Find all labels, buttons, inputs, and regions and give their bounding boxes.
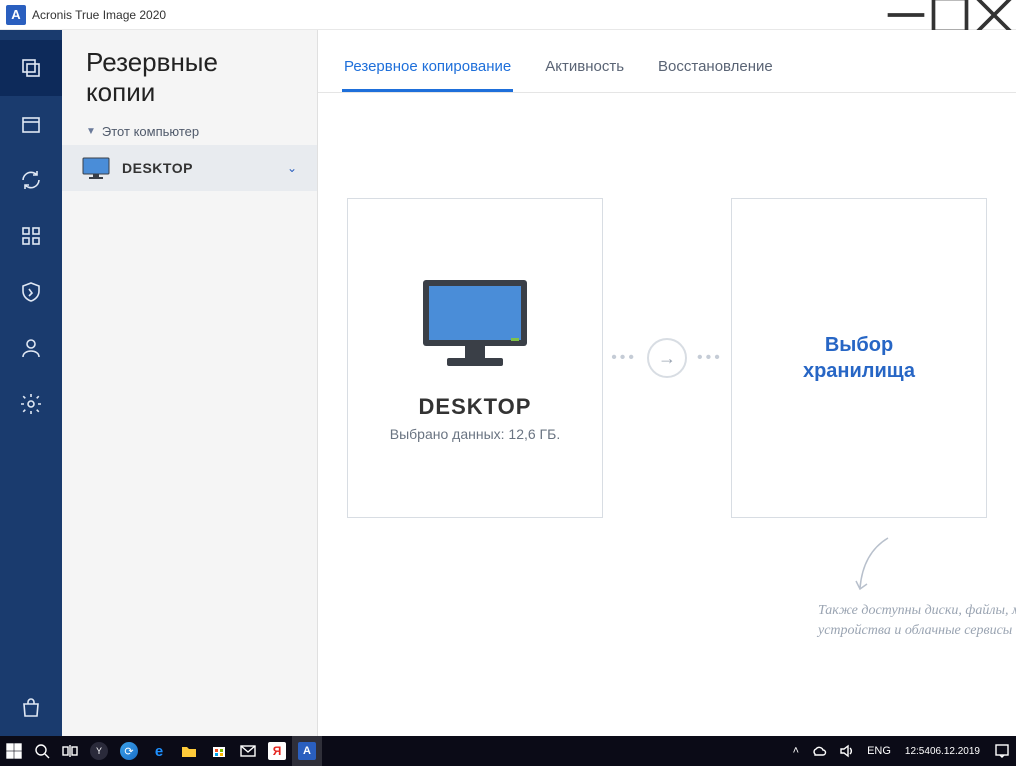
folder-icon (181, 743, 197, 759)
edge-icon: e (155, 743, 163, 760)
workspace: DESKTOP Выбрано данных: 12,6 ГБ. ••• → •… (318, 93, 1016, 736)
taskbar-app-explorer[interactable] (174, 736, 204, 766)
backup-item-label: DESKTOP (122, 160, 287, 176)
tab-activity[interactable]: Активность (543, 48, 626, 92)
tray-chevron[interactable]: ˄ (787, 736, 805, 766)
content-area: Резервное копирование Активность Восстан… (318, 30, 1016, 736)
shield-icon (19, 280, 43, 304)
chevron-down-icon[interactable]: ⌄ (287, 161, 297, 175)
monitor-icon (82, 157, 110, 179)
archive-icon (19, 112, 43, 136)
close-button[interactable] (972, 0, 1016, 30)
window-titlebar: A Acronis True Image 2020 (0, 0, 1016, 30)
search-button[interactable] (28, 736, 56, 766)
tab-recovery[interactable]: Восстановление (656, 48, 775, 92)
arrow-right-icon: → (647, 338, 687, 378)
tray-volume[interactable] (833, 736, 861, 766)
nav-archive[interactable] (0, 96, 62, 152)
sidebar-nav (0, 30, 62, 736)
source-subtitle: Выбрано данных: 12,6 ГБ. (390, 426, 560, 442)
backup-item-desktop[interactable]: DESKTOP ⌄ (62, 145, 317, 191)
panel-title: Резервные копии (62, 30, 317, 118)
acronis-icon: A (303, 745, 311, 757)
hint-annotation: Также доступны диски, файлы, мобильные у… (818, 573, 1016, 640)
destination-title: Выбор хранилища (803, 332, 915, 384)
window-title: Acronis True Image 2020 (32, 8, 166, 22)
tab-bar: Резервное копирование Активность Восстан… (318, 30, 1016, 93)
ya-icon: Я (273, 744, 282, 758)
nav-sync[interactable] (0, 152, 62, 208)
flow-connector: ••• → ••• (603, 338, 731, 378)
grid-icon (19, 224, 43, 248)
mail-icon (240, 743, 256, 759)
taskview-icon (62, 743, 78, 759)
search-icon (34, 743, 50, 759)
minimize-button[interactable] (884, 0, 928, 30)
cloud-icon (811, 743, 827, 759)
yandex-icon: Y (96, 746, 102, 756)
taskbar-app-start[interactable]: ⟳ (114, 736, 144, 766)
windows-icon (6, 743, 22, 759)
taskbar-app-acronis[interactable]: A (292, 736, 322, 766)
taskbar-app-mail[interactable] (234, 736, 262, 766)
gear-icon (19, 392, 43, 416)
chevron-down-icon: ▼ (86, 126, 96, 137)
start-button[interactable] (0, 736, 28, 766)
monitor-icon (415, 274, 535, 374)
curved-arrow-icon (848, 533, 898, 603)
dots-icon: ••• (697, 349, 723, 367)
user-icon (19, 336, 43, 360)
taskbar-app-store[interactable] (204, 736, 234, 766)
lang-label: ENG (867, 745, 891, 757)
tray-clock[interactable]: 12:54 06.12.2019 (897, 736, 988, 766)
nav-backup[interactable] (0, 40, 62, 96)
dots-icon: ••• (611, 349, 637, 367)
windows-taskbar: Y ⟳ e Я A ˄ ENG 12:54 06.12.2019 (0, 736, 1016, 766)
power-icon: ⟳ (124, 745, 133, 758)
group-label: Этот компьютер (102, 124, 199, 139)
sync-icon (19, 168, 43, 192)
notification-icon (994, 743, 1010, 759)
tray-onedrive[interactable] (805, 736, 833, 766)
stack-icon (19, 56, 43, 80)
tray-notifications[interactable] (988, 736, 1016, 766)
app-logo-icon: A (6, 5, 26, 25)
backup-list-panel: Резервные копии ▼ Этот компьютер DESKTOP… (62, 30, 318, 736)
speaker-icon (839, 743, 855, 759)
computer-group-toggle[interactable]: ▼ Этот компьютер (62, 118, 317, 145)
tab-backup[interactable]: Резервное копирование (342, 48, 513, 92)
destination-card[interactable]: Выбор хранилища (731, 198, 987, 518)
taskbar-app-yandex-browser[interactable]: Я (262, 736, 292, 766)
store-icon (211, 743, 227, 759)
nav-protection[interactable] (0, 264, 62, 320)
bag-icon (19, 696, 43, 720)
nav-tools[interactable] (0, 208, 62, 264)
taskbar-app-yandex[interactable]: Y (84, 736, 114, 766)
source-card[interactable]: DESKTOP Выбрано данных: 12,6 ГБ. (347, 198, 603, 518)
chevron-up-icon: ˄ (793, 745, 799, 757)
taskview-button[interactable] (56, 736, 84, 766)
tray-language[interactable]: ENG (861, 736, 897, 766)
clock-date: 06.12.2019 (930, 746, 980, 757)
maximize-button[interactable] (928, 0, 972, 30)
taskbar-app-edge[interactable]: e (144, 736, 174, 766)
source-title: DESKTOP (419, 394, 532, 420)
nav-settings[interactable] (0, 376, 62, 432)
clock-time: 12:54 (905, 746, 930, 757)
nav-account[interactable] (0, 320, 62, 376)
nav-store[interactable] (0, 680, 62, 736)
